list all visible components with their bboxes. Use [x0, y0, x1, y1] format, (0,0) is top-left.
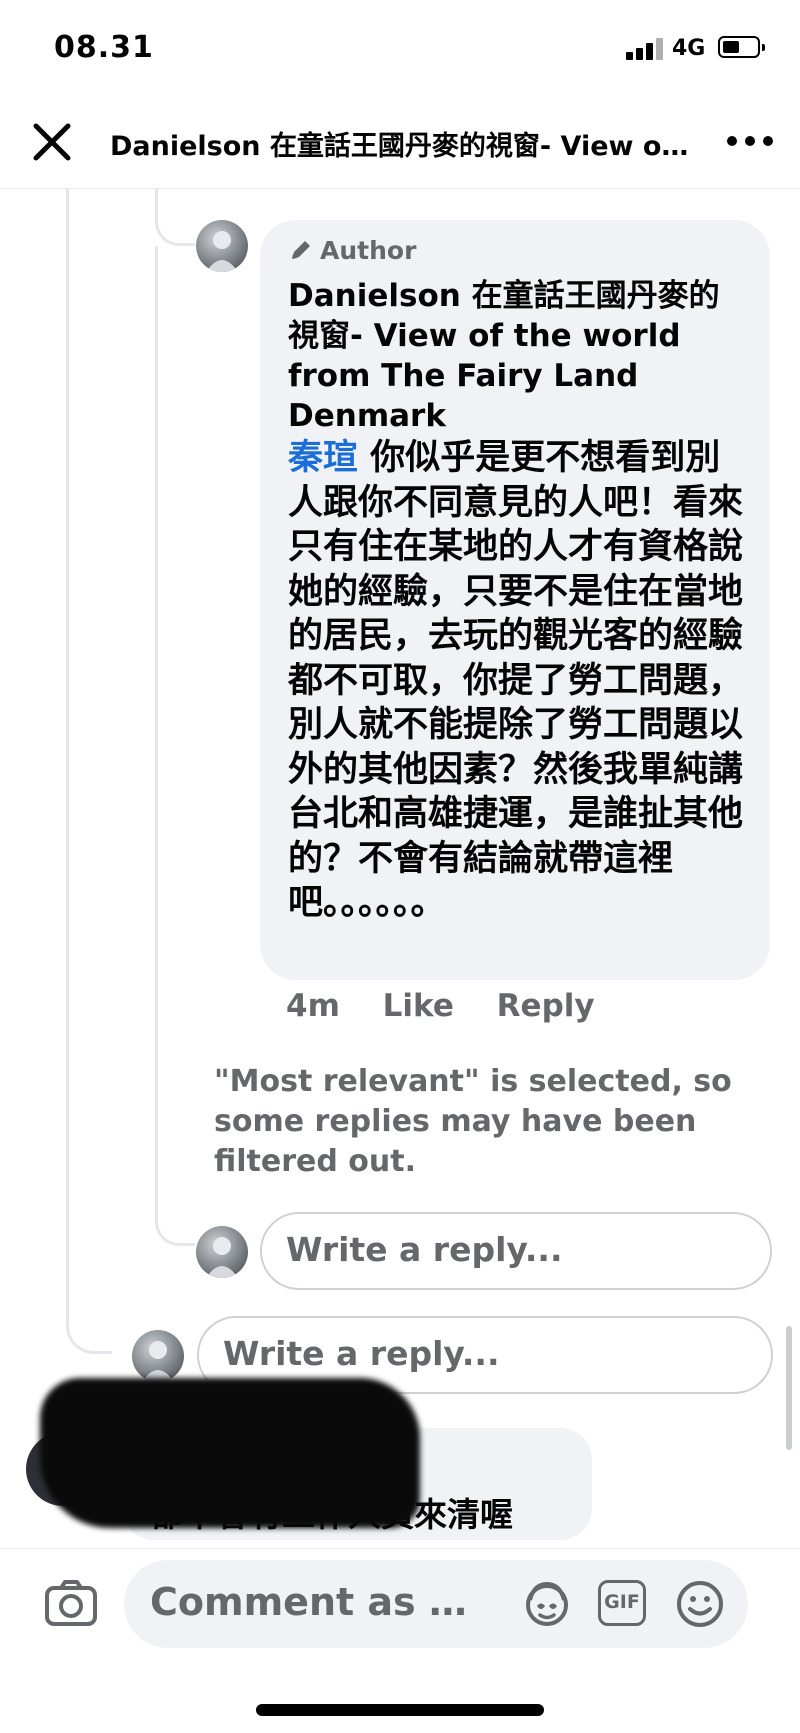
signal-strength-icon [626, 38, 666, 60]
close-icon[interactable] [28, 118, 76, 166]
author-badge-label: Author [320, 236, 417, 265]
reply-button[interactable]: Reply [497, 988, 595, 1024]
camera-icon[interactable] [44, 1578, 98, 1628]
comment-bubble: Author Danielson 在童話王國丹麥的視窗- View of the… [260, 220, 770, 980]
comment-input-placeholder[interactable]: Comment as Danielson [150, 1580, 490, 1624]
avatar [196, 1226, 248, 1278]
mention-link[interactable]: 秦瑄 [288, 438, 358, 478]
network-type: 4G [672, 36, 706, 61]
home-indicator [256, 1704, 544, 1716]
comment-text: 秦瑄 你似乎是更不想看到別人跟你不同意見的人吧！看來只有住在某地的人才有資格說她… [288, 436, 748, 926]
post-header: Danielson 在童話王國丹麥的視窗- View of the world … [0, 100, 800, 189]
more-horizontal-icon[interactable] [722, 126, 778, 156]
page-title: Danielson 在童話王國丹麥的視窗- View of the world … [110, 131, 700, 162]
thread-line-connector [155, 188, 195, 246]
gif-icon[interactable]: GIF [598, 1580, 646, 1626]
filter-notice: "Most relevant" is selected, so some rep… [214, 1064, 732, 1179]
avatar[interactable] [196, 220, 248, 272]
battery-icon [718, 36, 765, 58]
pencil-icon [288, 237, 314, 263]
thread-line-outer [66, 188, 112, 1354]
thread-line-inner [155, 246, 195, 1246]
comment-body-text: 你似乎是更不想看到別人跟你不同意見的人吧！看來只有住在某地的人才有資格說她的經驗… [288, 438, 744, 923]
avatar [132, 1330, 184, 1382]
author-badge: Author [288, 236, 416, 265]
scrollbar[interactable] [786, 1326, 792, 1450]
like-button[interactable]: Like [383, 988, 454, 1024]
status-time: 08.31 [54, 30, 154, 65]
redaction-mark [40, 1378, 420, 1528]
avatar-sticker-icon[interactable] [522, 1578, 572, 1628]
commenter-name[interactable]: Danielson 在童話王國丹麥的視窗- View of the world … [288, 276, 748, 436]
reply-input-inner[interactable]: Write a reply... [260, 1212, 772, 1290]
comment-timestamp: 4m [286, 988, 340, 1024]
emoji-icon[interactable] [674, 1578, 726, 1630]
comment-actions: 4m Like Reply [286, 988, 627, 1024]
